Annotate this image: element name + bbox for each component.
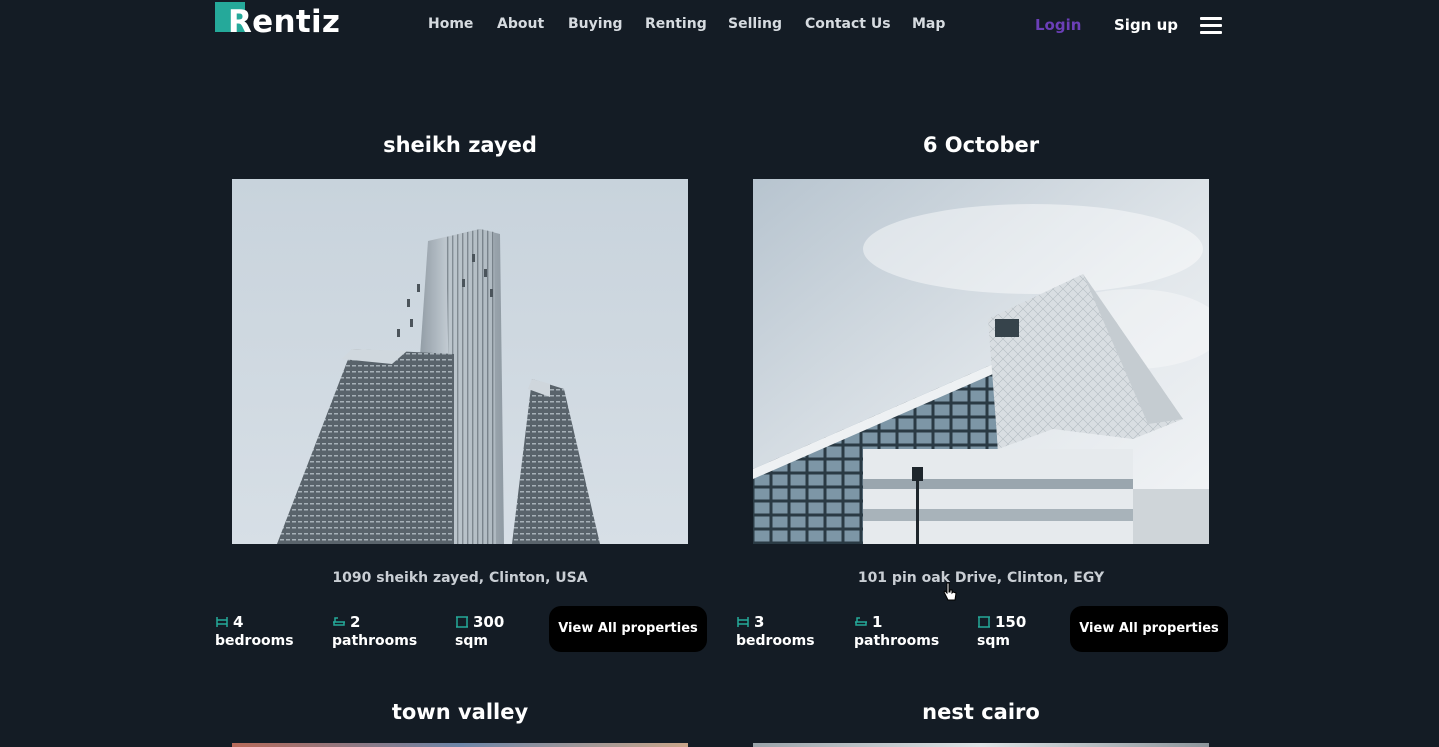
nav-about[interactable]: About: [497, 16, 544, 32]
bathrooms-count: 1: [872, 613, 883, 631]
listing-title: 6 October: [922, 133, 1040, 157]
bed-icon: [736, 615, 750, 627]
nav-map[interactable]: Map: [912, 16, 945, 32]
listing-address: 101 pin oak Drive, Clinton, EGY: [857, 570, 1105, 586]
nav-selling[interactable]: Selling: [728, 16, 782, 32]
bedrooms-label: bedrooms: [215, 633, 294, 649]
nav-contact-us[interactable]: Contact Us: [805, 16, 891, 32]
area-value: 150: [995, 613, 1027, 631]
nav-home[interactable]: Home: [428, 16, 473, 32]
signup-link[interactable]: Sign up: [1114, 16, 1178, 34]
bedrooms-stat: 3 bedrooms: [736, 613, 815, 650]
modern-building-photo[interactable]: [753, 179, 1209, 544]
listing-title: nest cairo: [922, 700, 1040, 724]
bathrooms-label: pathrooms: [332, 633, 418, 649]
area-stat: 150 sqm: [977, 613, 1026, 650]
listing-card: sheikh zayed 1090 sheikh zayed, Clinton,…: [215, 133, 707, 663]
listing-card: 6 October 101 pin oak Drive, Clinton, EG…: [736, 133, 1228, 663]
bedrooms-stat: 4 bedrooms: [215, 613, 294, 650]
bedrooms-count: 3: [754, 613, 765, 631]
bathrooms-stat: 2 pathrooms: [332, 613, 417, 650]
nav-renting[interactable]: Renting: [645, 16, 707, 32]
listing-photo[interactable]: [753, 743, 1209, 747]
skyscraper-photo[interactable]: [232, 179, 688, 544]
bath-icon: [854, 615, 868, 627]
hand-cursor-icon: [943, 582, 957, 602]
brand-name: Rentiz: [228, 4, 341, 40]
area-icon: [977, 615, 991, 628]
bathrooms-count: 2: [350, 613, 361, 631]
view-all-properties-button[interactable]: View All properties: [549, 606, 707, 652]
bathrooms-stat: 1 pathrooms: [854, 613, 939, 650]
login-link[interactable]: Login: [1035, 16, 1081, 34]
listing-title: sheikh zayed: [383, 133, 537, 157]
bed-icon: [215, 615, 229, 627]
bathrooms-label: pathrooms: [854, 633, 940, 649]
listing-title: town valley: [391, 700, 529, 724]
view-all-properties-button[interactable]: View All properties: [1070, 606, 1228, 652]
site-header: Rentiz Home About Buying Renting Selling…: [0, 0, 1439, 56]
listing-address: 1090 sheikh zayed, Clinton, USA: [332, 570, 588, 586]
area-label: sqm: [977, 633, 1010, 649]
bath-icon: [332, 615, 346, 627]
bedrooms-count: 4: [233, 613, 244, 631]
brand-logo[interactable]: Rentiz: [215, 2, 345, 42]
nav-buying[interactable]: Buying: [568, 16, 623, 32]
menu-icon[interactable]: [1200, 17, 1222, 35]
area-icon: [455, 615, 469, 628]
area-stat: 300 sqm: [455, 613, 504, 650]
area-label: sqm: [455, 633, 488, 649]
listing-photo[interactable]: [232, 743, 688, 747]
bedrooms-label: bedrooms: [736, 633, 815, 649]
area-value: 300: [473, 613, 505, 631]
